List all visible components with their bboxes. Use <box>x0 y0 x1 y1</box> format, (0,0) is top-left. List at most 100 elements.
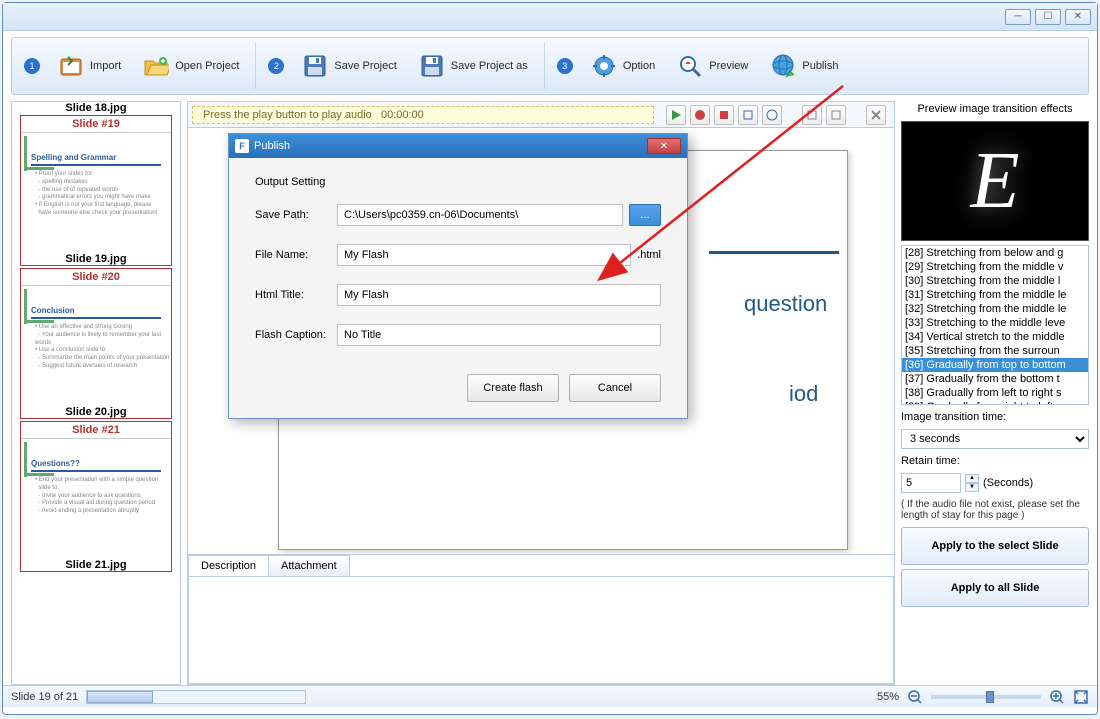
open-project-button[interactable]: Open Project <box>133 43 249 89</box>
status-scrollbar[interactable] <box>86 690 306 704</box>
preview-label: Preview <box>709 60 748 72</box>
zoom-in-icon[interactable] <box>1049 689 1065 705</box>
dialog-section-label: Output Setting <box>255 176 661 188</box>
effect-item[interactable]: [39] Gradually from right to left c <box>902 400 1088 405</box>
effect-item[interactable]: [33] Stretching to the middle leve <box>902 316 1088 330</box>
description-textarea[interactable] <box>188 576 894 684</box>
open-project-label: Open Project <box>175 60 239 72</box>
maximize-button[interactable]: ☐ <box>1035 9 1061 25</box>
option-label: Option <box>623 60 655 72</box>
effect-item[interactable]: [35] Stretching from the surroun <box>902 344 1088 358</box>
slide-caption: Slide 20.jpg <box>21 405 171 418</box>
retain-spinner[interactable]: ▲ ▼ <box>965 474 979 492</box>
close-button[interactable]: ✕ <box>1065 9 1091 25</box>
slide-caption: Slide 18.jpg <box>12 102 180 115</box>
slides-panel[interactable]: Slide 18.jpg Slide #19 Spelling and Gram… <box>11 101 181 685</box>
slide-caption: Slide 21.jpg <box>21 558 171 571</box>
effect-item[interactable]: [36] Gradually from top to bottom <box>902 358 1088 372</box>
slide-thumb-title: Slide #19 <box>21 116 171 132</box>
minimize-button[interactable]: ─ <box>1005 9 1031 25</box>
audio-btn-4[interactable] <box>738 105 758 125</box>
tab-attachment[interactable]: Attachment <box>268 555 350 577</box>
save-project-label: Save Project <box>334 60 396 72</box>
html-title-label: Html Title: <box>255 289 337 301</box>
transition-preview: E <box>901 121 1089 241</box>
publish-dialog: F Publish ✕ Output Setting Save Path: ..… <box>228 133 688 419</box>
publish-button[interactable]: Publish <box>760 43 848 89</box>
apply-to-all-button[interactable]: Apply to all Slide <box>901 569 1089 607</box>
audio-btn-6[interactable] <box>802 105 822 125</box>
step-3-badge: 3 <box>557 58 573 74</box>
file-name-input[interactable] <box>337 244 631 266</box>
slide-thumb-image: Questions?? • End your presentation with… <box>21 438 171 558</box>
save-path-input[interactable] <box>337 204 623 226</box>
audio-btn-7[interactable] <box>826 105 846 125</box>
preview-button[interactable]: Preview <box>667 43 758 89</box>
create-flash-button[interactable]: Create flash <box>467 374 559 402</box>
dialog-close-button[interactable]: ✕ <box>647 138 681 154</box>
retain-note: ( If the audio file not exist, please se… <box>901 497 1089 523</box>
option-button[interactable]: Option <box>581 43 665 89</box>
effect-item[interactable]: [31] Stretching from the middle le <box>902 288 1088 302</box>
effect-item[interactable]: [29] Stretching from the middle v <box>902 260 1088 274</box>
audio-hint: Press the play button to play audio 00:0… <box>192 106 654 124</box>
transition-time-select[interactable]: 3 seconds <box>901 429 1089 449</box>
effect-item[interactable]: [37] Gradually from the bottom t <box>902 372 1088 386</box>
slide-thumb-title: Slide #20 <box>21 269 171 285</box>
import-button[interactable]: Import <box>48 43 131 89</box>
effect-item[interactable]: [30] Stretching from the middle l <box>902 274 1088 288</box>
audio-delete-icon[interactable] <box>866 105 886 125</box>
browse-button[interactable]: ... <box>629 204 661 226</box>
slide-thumb-20[interactable]: Slide #20 Conclusion • Use an effective … <box>20 268 172 419</box>
play-icon[interactable] <box>666 105 686 125</box>
stop-icon[interactable] <box>714 105 734 125</box>
dialog-titlebar[interactable]: F Publish ✕ <box>229 134 687 158</box>
titlebar: ─ ☐ ✕ <box>3 3 1097 31</box>
spinner-up-icon[interactable]: ▲ <box>965 474 979 483</box>
effect-item[interactable]: [38] Gradually from left to right s <box>902 386 1088 400</box>
canvas-text: iod <box>789 381 818 407</box>
right-panel: Preview image transition effects E [28] … <box>901 101 1089 685</box>
effect-item[interactable]: [34] Vertical stretch to the middle <box>902 330 1088 344</box>
globe-publish-icon <box>770 53 796 79</box>
slide-thumb-image: Conclusion • Use an effective and strong… <box>21 285 171 405</box>
slide-thumb-19[interactable]: Slide #19 Spelling and Grammar • Proof y… <box>20 115 172 266</box>
save-project-button[interactable]: Save Project <box>292 43 406 89</box>
flash-caption-input[interactable] <box>337 324 661 346</box>
zoom-slider[interactable] <box>931 695 1041 699</box>
apply-to-select-button[interactable]: Apply to the select Slide <box>901 527 1089 565</box>
effect-item[interactable]: [28] Stretching from below and g <box>902 246 1088 260</box>
audio-btn-5[interactable] <box>762 105 782 125</box>
publish-label: Publish <box>802 60 838 72</box>
transition-preview-title: Preview image transition effects <box>901 101 1089 117</box>
fit-screen-icon[interactable] <box>1073 689 1089 705</box>
effects-list[interactable]: [28] Stretching from below and g[29] Str… <box>901 245 1089 405</box>
zoom-out-icon[interactable] <box>907 689 923 705</box>
save-project-as-label: Save Project as <box>451 60 528 72</box>
retain-unit-label: (Seconds) <box>983 477 1033 489</box>
cancel-button[interactable]: Cancel <box>569 374 661 402</box>
import-icon <box>58 53 84 79</box>
record-icon[interactable] <box>690 105 710 125</box>
save-icon <box>302 53 328 79</box>
slide-thumb-title: Slide #21 <box>21 422 171 438</box>
save-project-as-button[interactable]: Save Project as <box>409 43 538 89</box>
dialog-icon: F <box>235 139 249 153</box>
import-label: Import <box>90 60 121 72</box>
preview-glyph: E <box>971 136 1020 227</box>
file-name-label: File Name: <box>255 249 337 261</box>
app-window: ─ ☐ ✕ 1 Import Open Project 2 Save Proje… <box>2 2 1098 715</box>
effect-item[interactable]: [32] Stretching from the middle le <box>902 302 1088 316</box>
slide-caption: Slide 19.jpg <box>21 252 171 265</box>
spinner-down-icon[interactable]: ▼ <box>965 483 979 492</box>
retain-time-input[interactable] <box>901 473 961 493</box>
slide-counter: Slide 19 of 21 <box>11 691 78 703</box>
statusbar: Slide 19 of 21 55% <box>3 685 1097 707</box>
html-title-input[interactable] <box>337 284 661 306</box>
tab-description[interactable]: Description <box>188 555 269 577</box>
save-as-icon <box>419 53 445 79</box>
main-toolbar: 1 Import Open Project 2 Save Project Sav <box>11 37 1089 95</box>
file-extension-label: .html <box>637 249 661 261</box>
slide-thumb-21[interactable]: Slide #21 Questions?? • End your present… <box>20 421 172 572</box>
retain-time-label: Retain time: <box>901 453 1089 469</box>
